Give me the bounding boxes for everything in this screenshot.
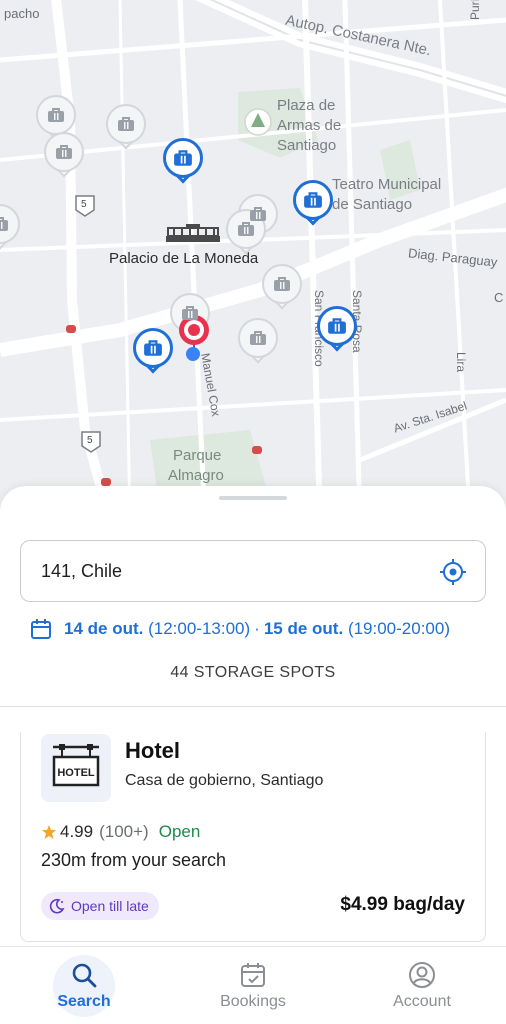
listing-title: Hotel [125,738,180,763]
nav-bookings-label: Bookings [220,993,286,1010]
bag-icon [174,150,192,166]
nav-account[interactable]: Account [338,947,506,1024]
listing-price: $4.99 bag/day [340,894,465,915]
bag-icon [0,217,8,231]
bag-icon [182,306,198,320]
bag-icon [304,192,322,208]
badge-label: Open till late [71,898,149,914]
storage-spot-marker[interactable] [0,204,20,252]
date-separator: · [254,619,260,638]
search-input[interactable]: 141, Chile [20,540,486,602]
review-count: (100+) [99,822,149,841]
search-icon [72,963,97,988]
listing-card[interactable]: HOTEL Hotel Casa de gobierno, Santiago 4… [20,732,486,942]
map-poi-label: Plaza de [277,97,336,114]
results-count: 44 STORAGE SPOTS [170,664,336,681]
map-view[interactable]: pacho Autop. Costanera Nte. Purísima Pla… [0,0,506,520]
nav-search-label: Search [57,993,111,1010]
storage-spot-marker[interactable] [238,318,278,366]
rating-value: 4.99 [60,822,94,841]
start-date: 14 de out. [64,619,144,638]
bag-icon [118,117,134,131]
storage-spot-marker-available[interactable] [317,306,357,354]
bag-icon [144,340,162,356]
rating-row: 4.99 (100+) Open [41,822,200,842]
calendar-icon [31,619,51,639]
map-street-label: C [494,290,504,305]
nav-bookings[interactable]: Bookings [169,947,337,1024]
hotel-sign-icon: HOTEL [52,744,100,787]
map-poi-label: Teatro Municipal [332,176,442,193]
storage-spot-marker[interactable] [44,132,84,180]
map-street-label: pacho [4,6,40,21]
map-poi-label: Parque [173,447,222,464]
moon-icon [49,898,65,914]
map-poi-label: Almagro [168,467,224,484]
account-icon [409,962,435,988]
bag-icon [274,277,290,291]
start-time: (12:00-13:00) [148,619,251,638]
nav-search[interactable]: Search [0,947,168,1024]
map-street-label: Purísima [468,0,482,20]
storage-spot-marker[interactable] [106,104,146,152]
storage-spot-marker-available[interactable] [163,138,203,186]
bag-icon [328,318,346,334]
sheet-drag-handle[interactable] [219,496,287,500]
open-status: Open [158,822,201,841]
bag-icon [250,331,266,345]
open-till-late-badge: Open till late [41,892,159,920]
storage-spot-marker-available[interactable] [293,180,333,228]
bag-icon [48,108,64,122]
divider [0,706,506,707]
end-time: (19:00-20:00) [347,619,451,638]
map-poi-label: de Santiago [332,196,413,213]
bottom-sheet[interactable]: 141, Chile 14 de out. (12:00-13:00) · 15… [0,486,506,946]
listing-distance: 230m from your search [41,850,227,870]
calendar-check-icon [241,963,265,987]
listing-thumbnail: HOTEL [41,734,111,802]
date-range-selector[interactable]: 14 de out. (12:00-13:00) · 15 de out. (1… [30,616,454,642]
crosshair-icon[interactable] [439,558,467,586]
map-street-label: Lira [454,352,468,373]
end-date: 15 de out. [263,619,344,638]
bag-icon [56,145,72,159]
storage-spot-marker[interactable] [262,264,302,312]
listing-address: Casa de gobierno, Santiago [125,772,324,789]
map-poi-label: Armas de [277,117,342,134]
star-icon [42,825,56,839]
storage-spot-marker-available[interactable] [133,328,173,376]
nav-account-label: Account [393,993,451,1010]
hotel-sign-text: HOTEL [57,767,95,779]
map-poi-label: Santiago [277,137,337,154]
route-shield-label: 5 [87,435,93,446]
route-shield-label: 5 [81,199,87,210]
bag-icon [238,222,254,236]
search-input-value: 141, Chile [41,561,123,581]
bottom-nav: Search Bookings Account [0,946,506,1024]
bag-icon [250,207,266,221]
